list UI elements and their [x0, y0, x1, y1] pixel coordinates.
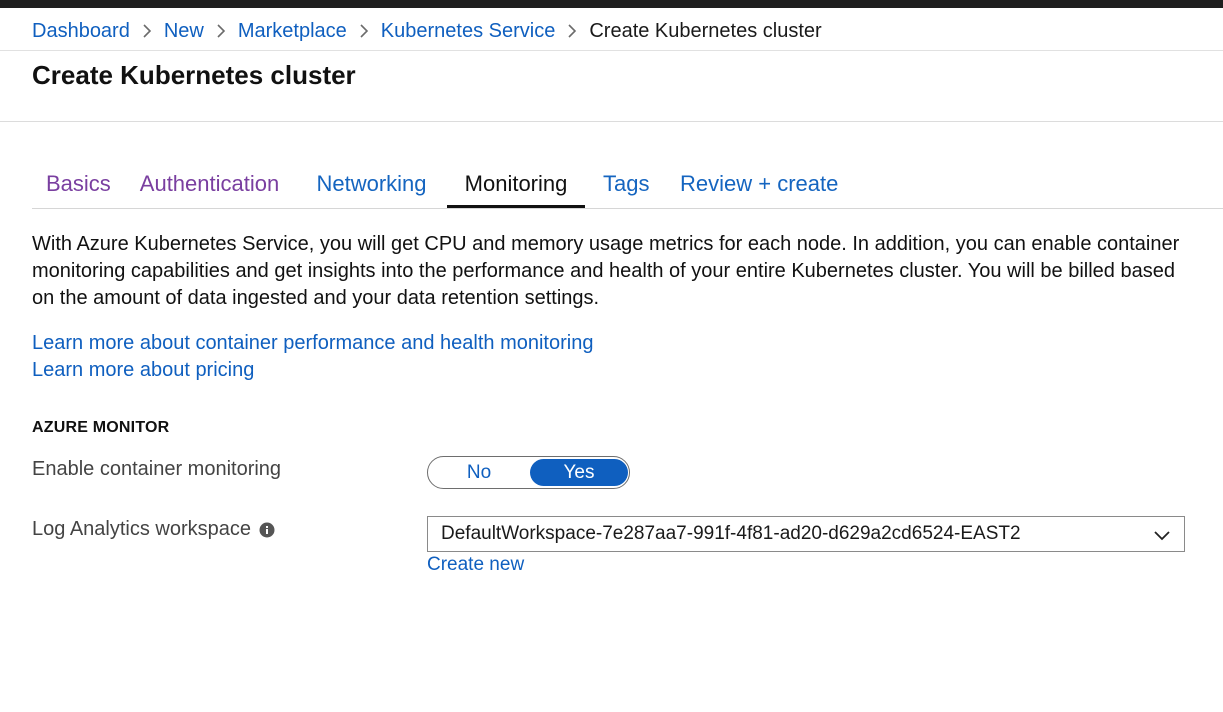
learn-more-monitoring-link[interactable]: Learn more about container performance a…	[32, 332, 593, 355]
tab-tags[interactable]: Tags	[603, 161, 649, 208]
tab-basics[interactable]: Basics	[46, 161, 111, 208]
chevron-right-icon	[130, 21, 164, 41]
page-title: Create Kubernetes cluster	[32, 60, 356, 90]
breadcrumb-new[interactable]: New	[164, 20, 204, 43]
chevron-right-icon	[555, 21, 589, 41]
tab-networking[interactable]: Networking	[314, 161, 429, 208]
tab-bar: Basics Authentication Networking Monitor…	[32, 161, 1223, 209]
workspace-select-value: DefaultWorkspace-7e287aa7-991f-4f81-ad20…	[441, 523, 1021, 544]
divider	[0, 121, 1223, 122]
monitoring-option-yes[interactable]: Yes	[530, 459, 628, 486]
top-bar	[0, 0, 1223, 8]
enable-monitoring-label: Enable container monitoring	[32, 458, 281, 481]
monitoring-description: With Azure Kubernetes Service, you will …	[32, 233, 1180, 309]
section-title-azure-monitor: AZURE MONITOR	[32, 419, 170, 436]
monitoring-toggle[interactable]: No Yes	[427, 456, 630, 489]
tab-review-create[interactable]: Review + create	[680, 161, 838, 208]
divider	[0, 50, 1223, 51]
workspace-label: Log Analytics workspace	[32, 518, 275, 541]
breadcrumb-current: Create Kubernetes cluster	[589, 19, 822, 42]
breadcrumb-kubernetes-service[interactable]: Kubernetes Service	[381, 20, 556, 43]
chevron-right-icon	[204, 21, 238, 41]
info-icon[interactable]	[259, 522, 275, 538]
enable-monitoring-label-text: Enable container monitoring	[32, 458, 282, 480]
tab-monitoring[interactable]: Monitoring	[447, 161, 585, 208]
learn-more-pricing-link[interactable]: Learn more about pricing	[32, 359, 254, 382]
breadcrumb-marketplace[interactable]: Marketplace	[238, 20, 347, 43]
chevron-right-icon	[347, 21, 381, 41]
workspace-label-text: Log Analytics workspace	[32, 518, 252, 540]
workspace-select[interactable]: DefaultWorkspace-7e287aa7-991f-4f81-ad20…	[427, 516, 1185, 552]
create-new-workspace-link[interactable]: Create new	[427, 554, 524, 576]
tab-divider	[32, 208, 1223, 209]
breadcrumb: Dashboard New Marketplace Kubernetes Ser…	[32, 17, 822, 45]
chevron-down-icon	[1154, 528, 1170, 546]
tab-authentication[interactable]: Authentication	[137, 161, 282, 208]
monitoring-option-no[interactable]: No	[430, 459, 528, 486]
breadcrumb-dashboard[interactable]: Dashboard	[32, 20, 130, 43]
